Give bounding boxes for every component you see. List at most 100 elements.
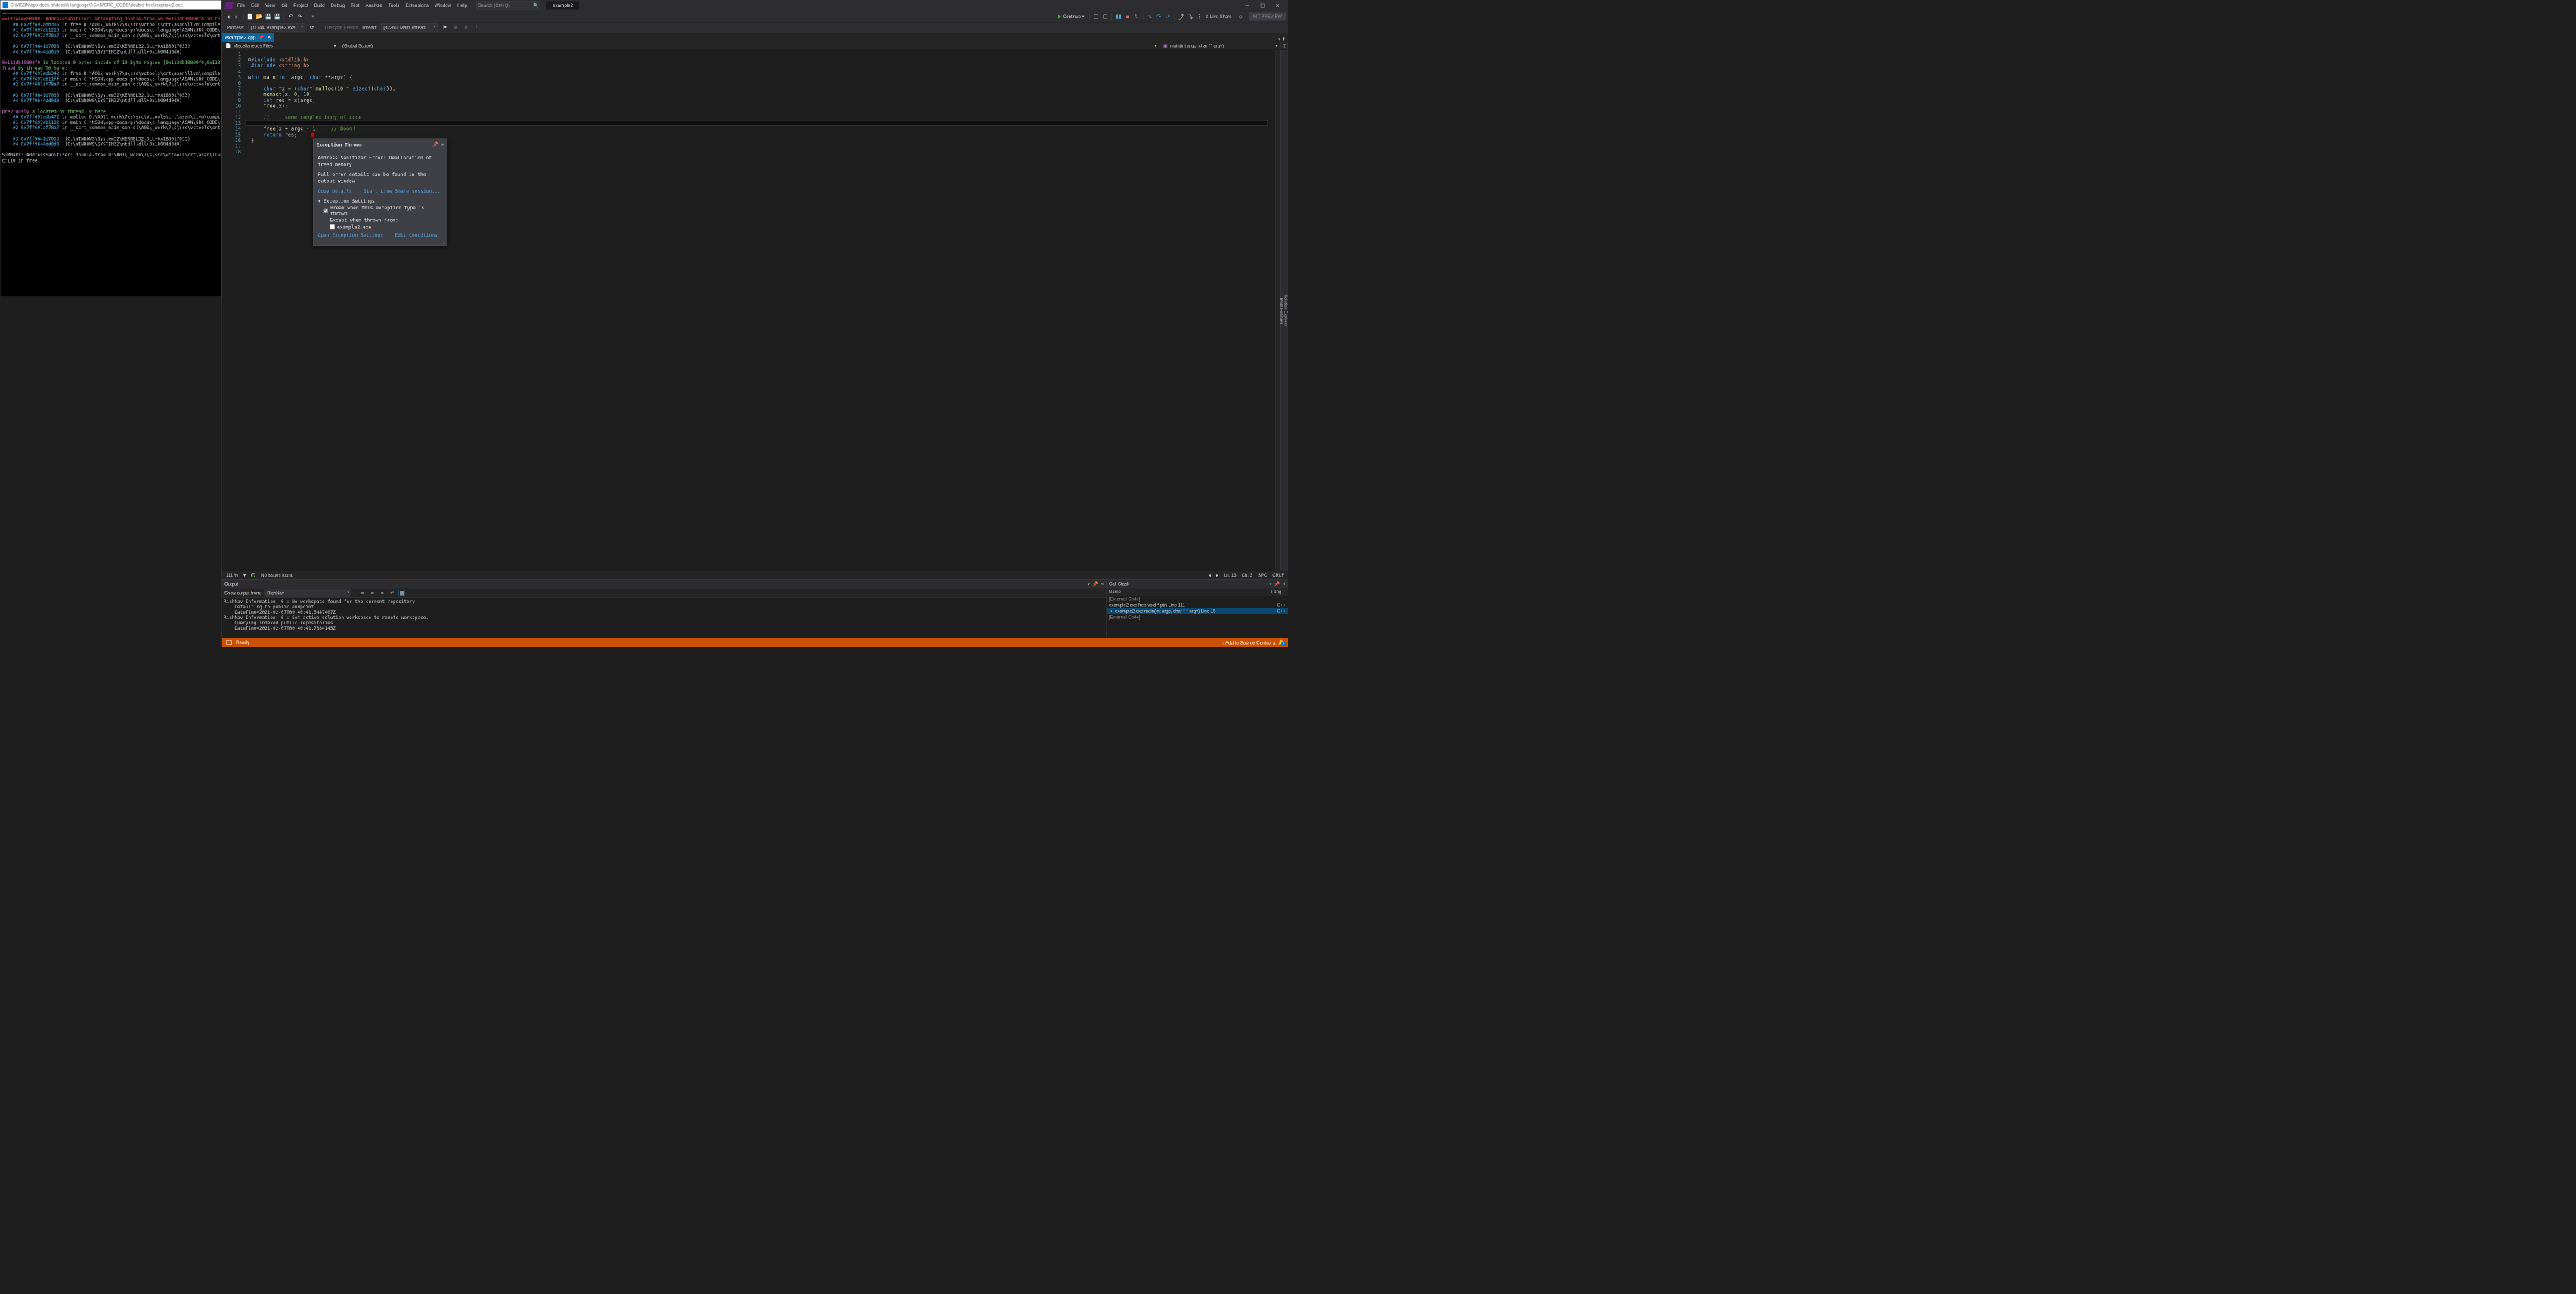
stack2-icon[interactable]: ≡ bbox=[463, 24, 469, 31]
maximize-button[interactable]: ☐ bbox=[1255, 0, 1270, 11]
out-clear-icon[interactable]: ▦ bbox=[398, 590, 405, 596]
scope-function[interactable]: ▣ main(int argc, char ** argv) ▾ bbox=[1160, 42, 1281, 50]
code-editor[interactable]: 123456789101112131415161718 ⊟#include <s… bbox=[222, 50, 1280, 571]
chevron-down-icon[interactable]: ▾ bbox=[318, 198, 324, 204]
process-dropdown[interactable]: [11744] example2.exe bbox=[248, 23, 305, 31]
error-indicator-icon[interactable] bbox=[310, 132, 315, 138]
cs-col-lang[interactable]: Lang bbox=[1269, 589, 1288, 596]
out-wordwrap-icon[interactable]: ↵ bbox=[389, 590, 395, 596]
out-icon3[interactable]: ≡ bbox=[379, 590, 385, 596]
redo-icon[interactable]: ↷ bbox=[296, 13, 303, 20]
nav-prev-icon[interactable]: ◂ bbox=[1209, 572, 1211, 577]
misc1-icon[interactable]: ⤴ bbox=[1178, 13, 1184, 20]
scope-namespace[interactable]: (Global Scope) ▾ bbox=[339, 42, 1160, 50]
panel-close-icon[interactable]: ✕ bbox=[1100, 581, 1104, 587]
config-icon[interactable]: ▾ bbox=[310, 13, 317, 20]
new-file-icon[interactable]: 📄 bbox=[247, 13, 254, 20]
start-liveshare-link[interactable]: Start Live Share session... bbox=[364, 188, 441, 194]
add-source-control[interactable]: ↑ Add to Source Control ▴ bbox=[1221, 639, 1275, 645]
nav-fwd-icon[interactable]: ► bbox=[234, 13, 240, 20]
resize-grip-icon[interactable]: ⣀ bbox=[442, 240, 445, 245]
flag-icon[interactable]: ⚑ bbox=[441, 24, 448, 31]
popup-pin-icon[interactable]: 📌 bbox=[432, 141, 438, 147]
console-titlebar[interactable]: C:\MSDN\cpp-docs-pr\docs\c-language\ASAN… bbox=[1, 1, 222, 10]
cs-col-name[interactable]: Name bbox=[1107, 589, 1269, 596]
liveshare-button[interactable]: ⇪ Live Share bbox=[1205, 14, 1231, 19]
save-all-icon[interactable]: 💾 bbox=[274, 13, 281, 20]
popup-close-icon[interactable]: ✕ bbox=[441, 141, 444, 147]
menu-extensions[interactable]: Extensions bbox=[402, 2, 432, 9]
minimize-button[interactable]: ─ bbox=[1240, 0, 1255, 11]
editor-scrollbar[interactable] bbox=[1275, 50, 1280, 571]
break-checkbox[interactable] bbox=[324, 208, 329, 213]
tab-example2cpp[interactable]: example2.cpp 📌 ✕ bbox=[222, 33, 274, 42]
menu-help[interactable]: Help bbox=[454, 2, 470, 9]
menu-debug[interactable]: Debug bbox=[328, 2, 348, 9]
callstack-row[interactable]: ➜example2.exe!main(int argc, char * * ar… bbox=[1107, 608, 1288, 614]
undo-icon[interactable]: ↶ bbox=[287, 13, 294, 20]
zoom-level[interactable]: 111 % bbox=[226, 572, 238, 577]
debug-pane-icon[interactable]: ▢ bbox=[1093, 13, 1100, 20]
menu-view[interactable]: View bbox=[262, 2, 278, 9]
menu-tools[interactable]: Tools bbox=[385, 2, 403, 9]
output-text[interactable]: RichNav Information: 0 : No workspace fo… bbox=[222, 598, 1107, 639]
open-exception-settings-link[interactable]: Open Exception Settings bbox=[318, 232, 384, 238]
solution-explorer-tab[interactable]: Solution Explorer bbox=[1283, 288, 1288, 333]
debug-pane2-icon[interactable]: ▢ bbox=[1102, 13, 1109, 20]
panel-dropdown-icon[interactable]: ▾ bbox=[1088, 581, 1090, 587]
cs-dropdown-icon[interactable]: ▾ bbox=[1269, 581, 1271, 587]
menu-test[interactable]: Test bbox=[348, 2, 362, 9]
menu-build[interactable]: Build bbox=[311, 2, 328, 9]
callstack-row[interactable]: [External Code] bbox=[1107, 614, 1288, 621]
more-icon[interactable]: ⋮ bbox=[473, 24, 480, 31]
menu-edit[interactable]: Edit bbox=[248, 2, 262, 9]
stack-icon[interactable]: ≡ bbox=[452, 24, 459, 31]
solution-name[interactable]: example2 bbox=[546, 2, 579, 10]
cs-pin-icon[interactable]: 📌 bbox=[1274, 581, 1279, 587]
callstack-row[interactable]: example2.exe!free(void * ptr) Line 111C+… bbox=[1107, 602, 1288, 608]
tab-add-icon[interactable]: ✚ bbox=[1282, 36, 1286, 42]
thread-dropdown[interactable]: [32260] Main Thread bbox=[381, 23, 438, 31]
continue-button[interactable]: Continue ▾ bbox=[1056, 13, 1086, 20]
copy-details-link[interactable]: Copy Details bbox=[318, 188, 352, 194]
pin-icon[interactable]: 📌 bbox=[259, 35, 264, 40]
menu-window[interactable]: Window bbox=[432, 2, 454, 9]
search-box[interactable]: Search (Ctrl+Q) 🔍 bbox=[476, 2, 540, 10]
scope-project[interactable]: 📄 Miscellaneous Files ▾ bbox=[222, 42, 339, 50]
exe-checkbox[interactable] bbox=[330, 224, 336, 230]
menu-project[interactable]: Project bbox=[290, 2, 311, 9]
right-rails: Solution Explorer Team Explorer bbox=[1280, 50, 1288, 571]
zoom-dropdown-icon[interactable]: ▾ bbox=[243, 572, 246, 577]
tab-close-icon[interactable]: ✕ bbox=[267, 34, 271, 40]
output-source-dropdown[interactable]: RichNav bbox=[265, 589, 351, 596]
menu-analyze[interactable]: Analyze bbox=[363, 2, 385, 9]
pause-icon[interactable]: ▮▮ bbox=[1115, 13, 1122, 20]
step-over-icon[interactable]: ↷ bbox=[1156, 13, 1163, 20]
output-title: Output bbox=[224, 581, 238, 587]
cs-close-icon[interactable]: ✕ bbox=[1282, 581, 1286, 587]
out-icon2[interactable]: ≡ bbox=[369, 590, 376, 596]
misc2-icon[interactable]: ⤵ bbox=[1187, 13, 1194, 20]
lifecycle-label[interactable]: Lifecycle Events bbox=[325, 25, 358, 30]
menu-git[interactable]: Git bbox=[278, 2, 290, 9]
restart-icon[interactable]: ↻ bbox=[1133, 13, 1140, 20]
step-out-icon[interactable]: ↗ bbox=[1165, 13, 1172, 20]
panel-pin-icon[interactable]: 📌 bbox=[1092, 581, 1098, 587]
out-icon1[interactable]: ≡ bbox=[359, 590, 366, 596]
close-button[interactable]: ✕ bbox=[1270, 0, 1285, 11]
nav-back-icon[interactable]: ◄ bbox=[224, 13, 231, 20]
edit-conditions-link[interactable]: Edit Conditions bbox=[395, 232, 437, 238]
open-icon[interactable]: 📂 bbox=[256, 13, 263, 20]
save-icon[interactable]: 💾 bbox=[265, 13, 272, 20]
notifications-icon[interactable]: 🔔 2 bbox=[1278, 639, 1284, 645]
step-into-icon[interactable]: ↘ bbox=[1147, 13, 1153, 20]
cycle-icon[interactable]: ⟳ bbox=[308, 24, 315, 31]
feedback-icon[interactable]: ☺ bbox=[1237, 13, 1244, 20]
tab-dropdown-icon[interactable]: ▾ bbox=[1278, 36, 1280, 42]
callstack-row[interactable]: [External Code] bbox=[1107, 596, 1288, 602]
misc3-icon[interactable]: ⋮ bbox=[1196, 13, 1203, 20]
menu-file[interactable]: File bbox=[234, 2, 248, 9]
stop-icon[interactable]: ■ bbox=[1124, 13, 1131, 20]
split-icon[interactable]: ◫ bbox=[1281, 42, 1288, 50]
nav-next-icon[interactable]: ▸ bbox=[1216, 572, 1218, 577]
